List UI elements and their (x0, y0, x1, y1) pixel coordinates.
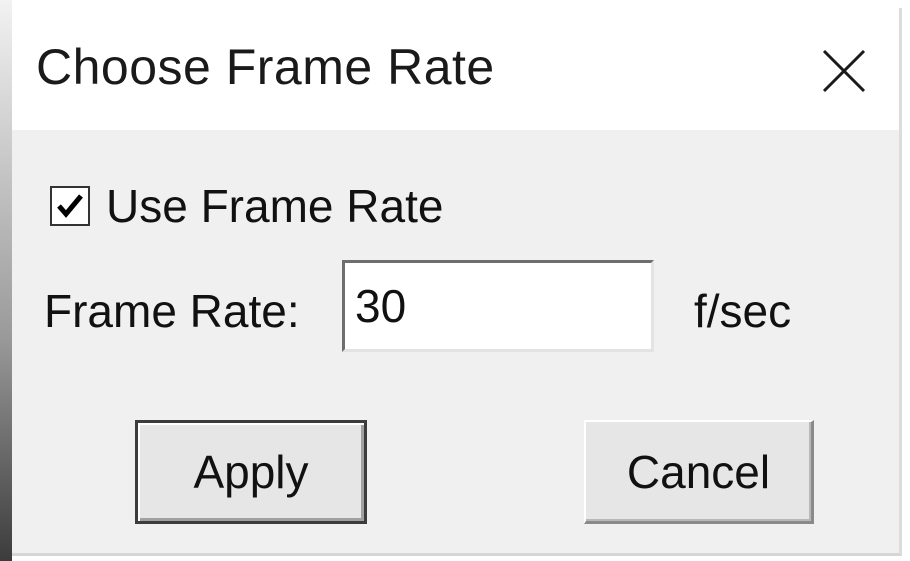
close-icon (822, 49, 866, 93)
close-button[interactable] (799, 26, 889, 116)
frame-rate-input[interactable] (342, 260, 654, 352)
window-edge (0, 0, 12, 561)
frame-rate-unit: f/sec (694, 285, 792, 337)
dialog-title: Choose Frame Rate (36, 39, 495, 95)
checkmark-icon (57, 194, 83, 218)
apply-button[interactable]: Apply (135, 420, 367, 524)
frame-rate-label: Frame Rate: (44, 285, 300, 337)
screen: Choose Frame Rate Use Frame Rate Frame R… (0, 0, 910, 561)
cancel-button[interactable]: Cancel (584, 420, 814, 524)
use-frame-rate-label: Use Frame Rate (106, 180, 444, 232)
frame-rate-dialog: Choose Frame Rate Use Frame Rate Frame R… (12, 8, 902, 556)
use-frame-rate-checkbox[interactable] (50, 186, 90, 226)
dialog-titlebar: Choose Frame Rate (12, 8, 899, 130)
use-frame-rate-checkbox-row[interactable]: Use Frame Rate (50, 176, 443, 236)
